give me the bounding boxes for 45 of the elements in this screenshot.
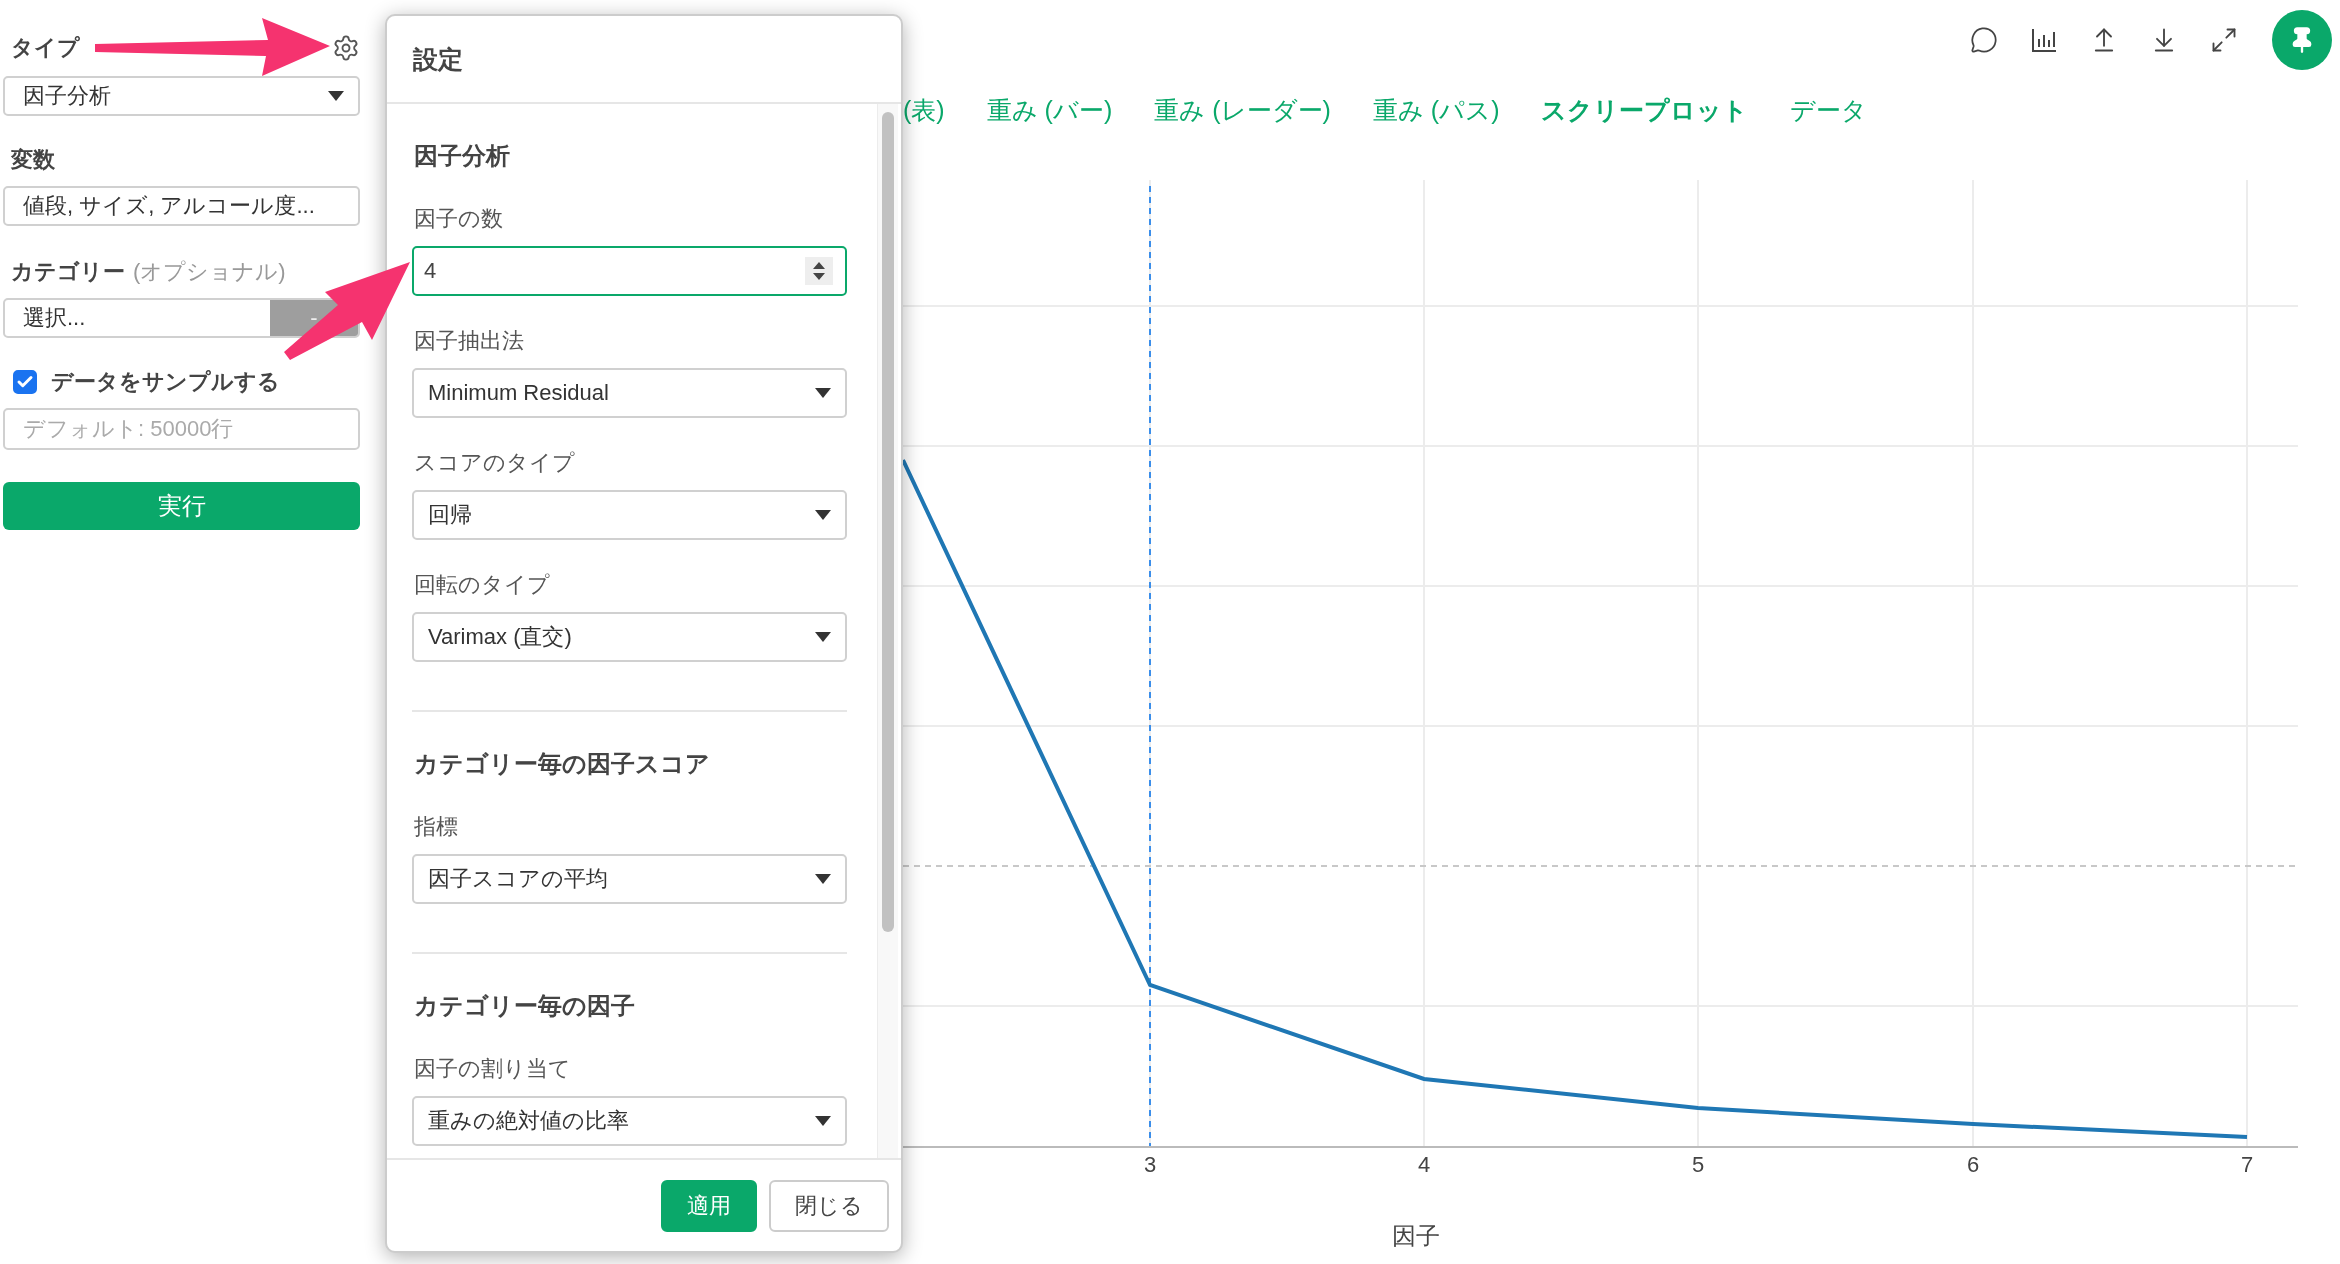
expand-icon[interactable] <box>2210 26 2238 54</box>
scrollbar[interactable] <box>877 104 898 1158</box>
spinner-icon[interactable] <box>805 257 833 285</box>
settings-icon[interactable] <box>332 34 360 62</box>
axis-tick-label: 4 <box>1417 1152 1431 1177</box>
section-title: カテゴリー毎の因子スコア <box>413 749 711 779</box>
type-select[interactable]: 因子分析 <box>3 76 360 116</box>
select-field[interactable]: 重みの絶対値の比率 <box>412 1096 847 1146</box>
field-label: スコアのタイプ <box>413 449 576 477</box>
axis-title: 因子 <box>1392 1222 1440 1249</box>
comment-icon[interactable] <box>1970 26 1998 54</box>
variables-field[interactable]: 値段, サイズ, アルコール度... <box>3 186 360 226</box>
sample-checkbox[interactable] <box>13 370 37 394</box>
field-label: 指標 <box>413 813 459 841</box>
axis-tick-label: 7 <box>2240 1152 2254 1177</box>
axis-tick-label: 6 <box>1966 1152 1980 1177</box>
section-title: カテゴリー毎の因子 <box>413 991 636 1021</box>
axis-tick-label: 3 <box>1143 1152 1157 1177</box>
select-field[interactable]: 回帰 <box>412 490 847 540</box>
number-field[interactable]: 4 <box>412 246 847 296</box>
select-field[interactable]: 因子スコアの平均 <box>412 854 847 904</box>
checkbox-label: データをサンプルする <box>51 368 280 396</box>
axis-tick-label: 5 <box>1691 1152 1705 1177</box>
optional-hint: (オプショナル) <box>133 259 286 284</box>
field-label: カテゴリー <box>11 259 125 284</box>
select-field[interactable]: Minimum Residual <box>412 368 847 418</box>
bar-chart-icon[interactable] <box>2030 26 2058 54</box>
field-label: 因子の割り当て <box>413 1055 572 1083</box>
field-label: 因子の数 <box>413 205 504 233</box>
sample-rows-field[interactable]: デフォルト: 50000行 <box>3 408 360 450</box>
field-label: 因子抽出法 <box>413 327 525 355</box>
close-button[interactable]: 閉じる <box>769 1179 889 1232</box>
caret-icon <box>815 1116 831 1126</box>
caret-icon <box>815 632 831 642</box>
select-field[interactable]: Varimax (直交) <box>412 612 847 662</box>
caret-icon <box>815 874 831 884</box>
field-label: 回転のタイプ <box>413 571 551 599</box>
dialog-title: 設定 <box>413 43 463 75</box>
section-title: 因子分析 <box>413 141 511 171</box>
field-label: 変数 <box>11 146 55 174</box>
caret-icon <box>328 91 344 101</box>
pin-button[interactable] <box>2272 10 2332 70</box>
caret-icon <box>815 510 831 520</box>
caret-icon <box>815 388 831 398</box>
field-label: タイプ <box>11 34 80 62</box>
